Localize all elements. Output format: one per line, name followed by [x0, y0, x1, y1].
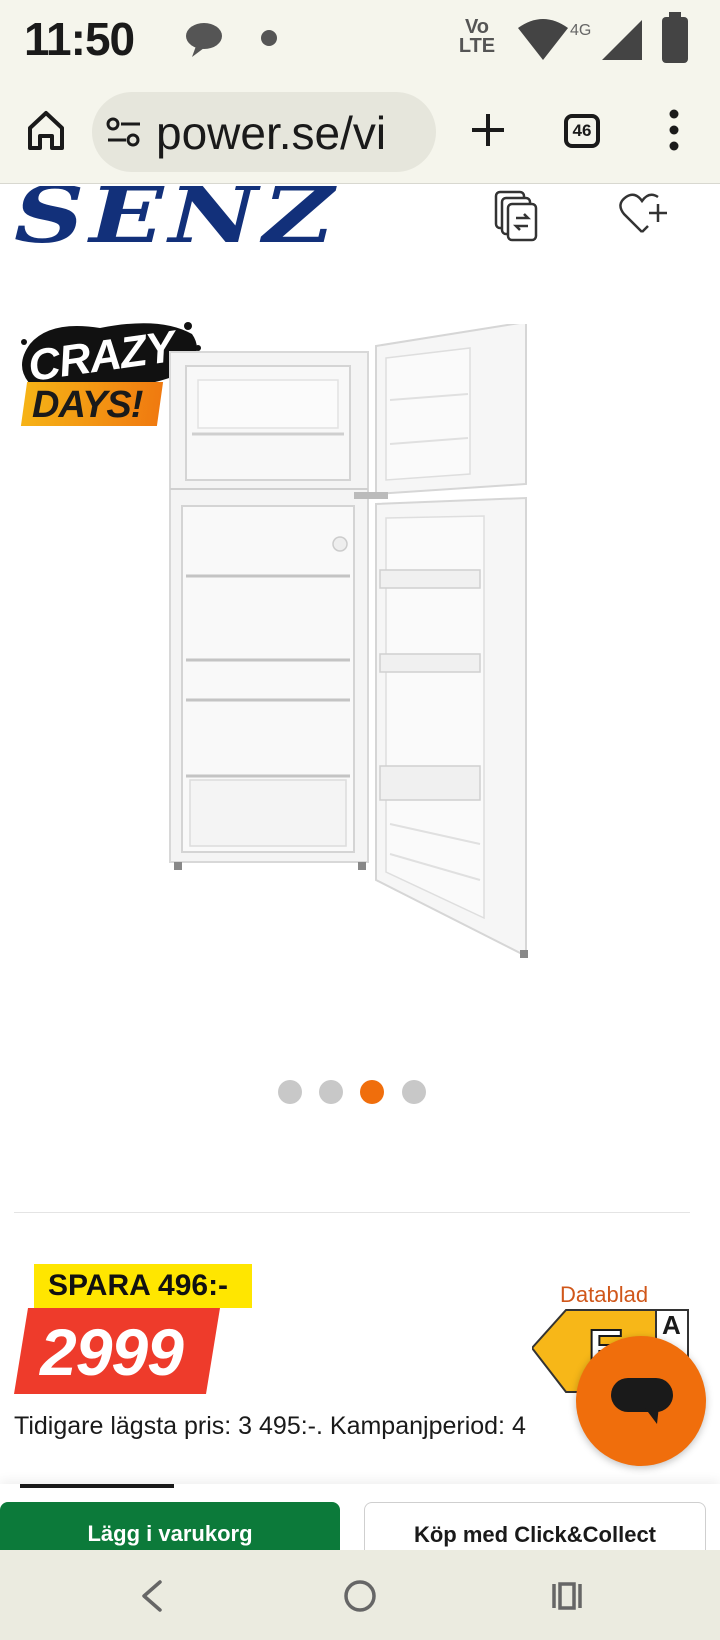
previous-price-text: Tidigare lägsta pris: 3 495:-. Kampanjpe… [14, 1412, 526, 1440]
new-tab-icon[interactable] [468, 110, 508, 150]
back-icon[interactable] [138, 1578, 168, 1614]
recents-icon[interactable] [550, 1580, 584, 1612]
url-text: power.se/vi [156, 107, 387, 159]
compare-icon[interactable] [494, 188, 542, 242]
address-bar[interactable]: power.se/vi [92, 92, 436, 172]
carousel-dot-1[interactable] [278, 1080, 302, 1104]
chat-icon [611, 1378, 673, 1424]
brand-logo[interactable]: SENZ [14, 186, 339, 248]
battery-icon [662, 12, 688, 63]
save-badge: SPARA 496:- [34, 1264, 252, 1308]
clock: 11:50 [24, 13, 135, 65]
home-circle-icon[interactable] [342, 1578, 378, 1614]
status-bar: 11:50 Vo LTE 4G [0, 0, 720, 80]
scroll-hint-bar [20, 1484, 174, 1488]
carousel-dot-4[interactable] [402, 1080, 426, 1104]
volte-icon: Vo LTE [456, 17, 498, 57]
carousel-dot-3-active[interactable] [360, 1080, 384, 1104]
signal-type: 4G [570, 22, 592, 39]
home-icon[interactable] [26, 108, 66, 152]
section-divider [14, 1212, 690, 1213]
system-nav-bar [0, 1550, 720, 1640]
click-collect-button[interactable]: Köp med Click&Collect [364, 1502, 706, 1550]
price: 2999 [40, 1315, 184, 1389]
wifi-icon [518, 19, 568, 60]
carousel-dot-2[interactable] [319, 1080, 343, 1104]
chat-button[interactable] [576, 1336, 706, 1466]
product-image [169, 324, 528, 958]
dot-icon [261, 30, 277, 46]
browser-toolbar: power.se/vi 46 [0, 80, 720, 184]
datablad-link[interactable]: Datablad [560, 1282, 648, 1308]
signal-icon [602, 20, 642, 60]
add-to-cart-button[interactable]: Lägg i varukorg [0, 1502, 340, 1550]
add-to-wishlist-icon[interactable] [618, 190, 668, 238]
tabs-icon[interactable]: 46 [564, 114, 600, 148]
site-settings-icon[interactable] [106, 116, 142, 148]
promo-line2: DAYS! [32, 384, 143, 426]
more-icon[interactable] [666, 106, 682, 154]
chat-bubble-icon [186, 23, 222, 57]
product-image-carousel[interactable]: CRAZY DAYS! [0, 300, 720, 1020]
energy-scale-top: A [662, 1310, 681, 1340]
volte-bottom: LTE [458, 35, 496, 57]
